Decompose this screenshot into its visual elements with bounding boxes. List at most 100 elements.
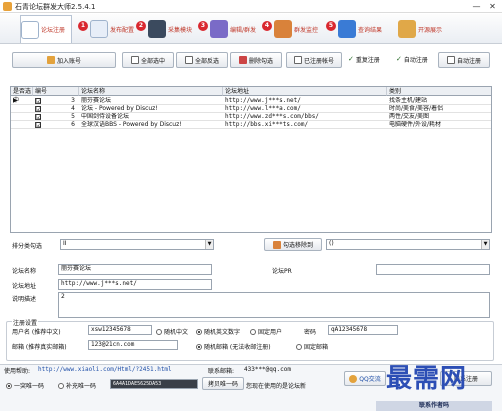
chevron-down-icon: ▼	[481, 240, 489, 249]
contact-email: 433***@qq.com	[244, 366, 291, 373]
unique-code-field[interactable]: 6A4A1DAE5625DA53	[110, 379, 198, 389]
help-label: 使用帮助:	[4, 368, 31, 375]
row-number: 3	[71, 97, 75, 104]
register-settings-label: 注册设置	[12, 318, 39, 327]
radio-icon	[250, 328, 256, 335]
forum-pr-label: 论坛PR	[272, 268, 292, 275]
invert-selection-button[interactable]: 全部反选	[176, 52, 228, 68]
copy-code-button[interactable]: 拷贝唯一码	[202, 377, 244, 390]
row-forum-url: http://www.zd***s.com/bbs/	[225, 113, 319, 120]
random-email-radio[interactable]: 随机邮箱 (无法收邮注册)	[196, 342, 271, 351]
column-header[interactable]: 论坛地址	[223, 87, 387, 96]
registered-accounts-button[interactable]: 已注册帐号	[286, 52, 342, 68]
row-category: 找条主机/建站	[389, 97, 428, 104]
radio-icon	[296, 343, 302, 350]
tab-open-source[interactable]: 开源展示	[398, 15, 458, 43]
import-account-button[interactable]: 加入账号	[12, 52, 116, 68]
tab-publish-config[interactable]: 1 发布配置	[78, 15, 136, 43]
document-icon	[21, 20, 39, 39]
app-icon	[3, 2, 12, 11]
radio-icon	[196, 343, 202, 350]
target-category-select[interactable]: () ▼	[326, 239, 490, 250]
check-mark-icon: ✓	[396, 55, 402, 63]
email-label: 邮箱 (推荐真实邮箱)	[12, 344, 67, 351]
table-row[interactable]: ☑ 6 全球汉语BBS - Powered by Discuz! http://…	[11, 121, 491, 129]
delete-checked-button[interactable]: 删除勾选	[230, 52, 282, 68]
main-toolbar: 论坛注册 1 发布配置 2 采集模块 3 编辑/群发 4 群发监控 5 查询结果…	[0, 14, 502, 44]
one-key-code-radio[interactable]: 一突唯一码	[6, 381, 44, 390]
column-header[interactable]: 论坛名称	[79, 87, 223, 96]
password-field[interactable]: qA12345678	[328, 325, 398, 335]
tab-edit-send[interactable]: 3 编辑/群发	[198, 15, 260, 43]
column-header[interactable]: 是否选中	[11, 87, 33, 104]
auto-register-checkbox[interactable]: ✓ 自动注册	[396, 55, 428, 65]
forum-url-field[interactable]: http://www.j***s.net/	[58, 279, 212, 290]
username-field[interactable]: xsw12345678	[88, 325, 152, 335]
watermark-subtitle: 联系作者吗	[376, 401, 492, 411]
description-label: 说明描述	[12, 296, 37, 303]
column-header[interactable]: 类别	[387, 87, 491, 96]
checkbox-icon	[130, 56, 139, 64]
fixed-email-radio[interactable]: 固定邮箱	[296, 342, 328, 351]
checkbox-icon	[446, 56, 455, 64]
qq-chat-button[interactable]: QQ交流	[344, 371, 386, 386]
edit-icon	[210, 20, 228, 38]
forum-name-field[interactable]: 丽芬赛论坛	[58, 264, 212, 275]
random-en-num-radio[interactable]: 随机英文数字	[196, 327, 240, 336]
showcase-icon	[398, 20, 416, 38]
forum-url-label: 论坛地址	[12, 283, 37, 290]
category-filter-label: 排分类勾选	[12, 243, 43, 250]
watermark-logo: 最需网	[386, 364, 468, 394]
check-mark-icon: ✓	[348, 55, 354, 63]
help-link[interactable]: http://www.xiaoli.com/Html/?2451.html	[38, 366, 172, 373]
table-row[interactable]: ☑ 5 中国剑侍设备论坛 http://www.zd***s.com/bbs/ …	[11, 113, 491, 121]
fixed-user-radio[interactable]: 固定用户	[250, 327, 282, 336]
row-forum-name: 论坛 - Powered by Discuz!	[81, 105, 158, 112]
tab-collect-module[interactable]: 2 采集模块	[136, 15, 194, 43]
category-select[interactable]: II ▼	[60, 239, 214, 250]
tab-send-monitor[interactable]: 4 群发监控	[262, 15, 324, 43]
import-icon	[46, 56, 55, 64]
select-all-button[interactable]: 全部选中	[122, 52, 174, 68]
row-forum-name: 全球汉语BBS - Powered by Discuz!	[81, 121, 182, 128]
move-icon	[272, 240, 281, 249]
checkbox-icon	[184, 56, 193, 64]
re-register-checkbox[interactable]: ✓ 重复注册	[348, 55, 380, 65]
check-move-button[interactable]: 勾选移除到	[264, 238, 322, 251]
minimize-button[interactable]: —	[470, 1, 483, 12]
step-badge: 2	[136, 21, 146, 31]
action-bar: 加入账号 全部选中 全部反选 删除勾选 已注册帐号 ✓ 重复注册 ✓ 自动注册 …	[4, 50, 498, 70]
step-badge: 1	[78, 21, 88, 31]
table-row[interactable]: ☑ 4 论坛 - Powered by Discuz! http://www.l…	[11, 105, 491, 113]
row-category: 时尚/美食/美容/着侣	[389, 105, 444, 112]
collect-icon	[148, 20, 166, 38]
random-chinese-radio[interactable]: 随机中文	[156, 327, 188, 336]
qq-icon	[349, 374, 358, 383]
forum-name-label: 论坛名称	[12, 268, 37, 275]
row-forum-name: 中国剑侍设备论坛	[81, 113, 130, 120]
tab-forum-register[interactable]: 论坛注册	[20, 15, 72, 43]
password-label: 密码	[304, 329, 317, 336]
row-forum-url: http://www.j***s.net/	[225, 97, 301, 104]
radio-icon	[6, 382, 12, 389]
supplement-code-radio[interactable]: 补充唯一码	[58, 381, 96, 390]
row-number: 5	[71, 113, 75, 120]
row-forum-url: http://www.l***a.com/	[225, 105, 301, 112]
auto-login-button[interactable]: 自动注册	[438, 52, 490, 68]
radio-icon	[58, 382, 64, 389]
row-number: 6	[71, 121, 75, 128]
tab-query-results[interactable]: 5 查询结果	[326, 15, 388, 43]
chevron-down-icon: ▼	[205, 240, 213, 249]
forum-pr-field[interactable]	[376, 264, 490, 275]
description-textarea[interactable]: 2	[58, 292, 490, 318]
column-header[interactable]: 编号	[33, 87, 79, 96]
close-button[interactable]: ✕	[486, 1, 499, 12]
row-forum-name: 丽芬赛论坛	[81, 97, 112, 104]
step-badge: 5	[326, 21, 336, 31]
config-icon	[90, 20, 108, 38]
email-field[interactable]: 123@21cn.com	[88, 340, 178, 350]
row-pointer-icon: ▶	[13, 97, 17, 104]
results-icon	[338, 20, 356, 38]
table-row[interactable]: ▶ ☑ 3 丽芬赛论坛 http://www.j***s.net/ 找条主机/建…	[11, 97, 491, 105]
usage-hint: 您现在使用的是论坛新	[246, 383, 307, 390]
